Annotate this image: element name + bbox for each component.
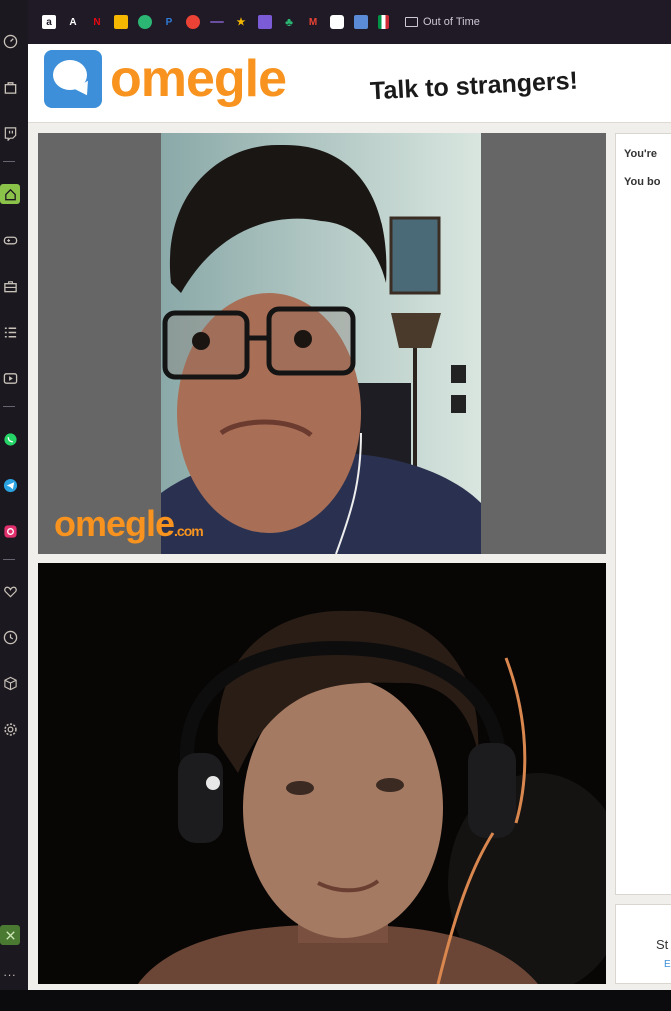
clock-icon[interactable] <box>0 627 20 647</box>
more-icon[interactable]: ... <box>0 962 20 982</box>
chat-icon[interactable] <box>258 15 272 29</box>
uber-icon[interactable] <box>330 15 344 29</box>
gamepad-icon[interactable] <box>0 230 20 250</box>
stranger-camera-feed <box>161 133 481 554</box>
bottom-bar <box>0 990 671 1011</box>
font-icon[interactable]: A <box>66 15 80 29</box>
omegle-page: omegle Talk to strangers! omegle.com You… <box>28 44 671 990</box>
gmail-icon[interactable]: M <box>306 15 320 29</box>
stop-button[interactable]: St <box>656 937 668 952</box>
green-circle-icon[interactable] <box>138 15 152 29</box>
controls-box: St E <box>615 904 671 984</box>
whatsapp-icon[interactable] <box>0 429 20 449</box>
heart-icon[interactable] <box>0 581 20 601</box>
your-camera-feed <box>38 563 606 984</box>
notes-icon[interactable] <box>114 15 128 29</box>
italy-flag-icon[interactable] <box>378 15 389 29</box>
folder-label: Out of Time <box>423 16 480 28</box>
bookmark-folder[interactable]: Out of Time <box>405 16 480 28</box>
link-icon[interactable] <box>210 21 224 23</box>
sidebar-divider <box>3 406 15 407</box>
tagline: Talk to strangers! <box>369 66 579 106</box>
site-header: omegle Talk to strangers! <box>28 44 671 123</box>
instagram-icon[interactable] <box>0 521 20 541</box>
watermark-suffix: .com <box>174 523 204 539</box>
list-icon[interactable] <box>0 322 20 342</box>
amazon-icon[interactable]: a <box>42 15 56 29</box>
briefcase-icon[interactable] <box>0 276 20 296</box>
speech-bubble-icon <box>44 50 102 108</box>
video-icon[interactable] <box>0 368 20 388</box>
speedometer-icon[interactable] <box>0 31 20 51</box>
omegle-logo[interactable]: omegle <box>44 50 287 108</box>
tree-icon[interactable]: ♣ <box>282 15 296 29</box>
sidebar-divider <box>3 161 15 162</box>
paypal-icon[interactable]: P <box>162 15 176 29</box>
watermark-text: omegle <box>54 503 175 544</box>
bookmarks-bar: a A N P ★ ♣ M Out of Time <box>28 0 671 44</box>
telegram-icon[interactable] <box>0 475 20 495</box>
chat-message: You're <box>624 148 657 160</box>
netflix-icon[interactable]: N <box>90 15 104 29</box>
stranger-video: omegle.com <box>38 133 606 554</box>
your-video <box>38 563 606 984</box>
extension-icon[interactable] <box>0 925 20 945</box>
sidebar-divider <box>3 559 15 560</box>
folder-icon <box>405 17 418 27</box>
home-icon[interactable] <box>0 184 20 204</box>
omegle-watermark: omegle.com <box>54 503 204 545</box>
twitch-icon[interactable] <box>0 123 20 143</box>
star-icon[interactable]: ★ <box>234 15 248 29</box>
browser-sidebar: ... <box>0 0 29 990</box>
doc-icon[interactable] <box>354 15 368 29</box>
bag-icon[interactable] <box>0 77 20 97</box>
logo-text: omegle <box>110 50 287 108</box>
esc-hint: E <box>664 959 671 970</box>
chat-message: You bo <box>624 176 661 188</box>
cube-icon[interactable] <box>0 673 20 693</box>
google-icon[interactable] <box>186 15 200 29</box>
settings-icon[interactable] <box>0 719 20 739</box>
chat-log: You're You bo <box>615 133 671 895</box>
